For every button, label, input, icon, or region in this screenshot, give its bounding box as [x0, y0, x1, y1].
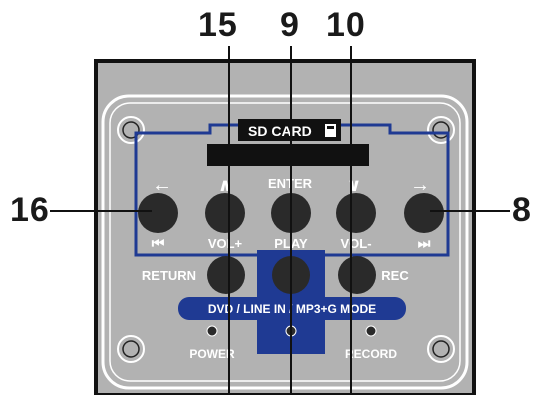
- prev-button[interactable]: [138, 193, 178, 233]
- return-button[interactable]: [207, 256, 245, 294]
- sd-card-icon: [325, 124, 336, 137]
- down-arrow-icon: ∨: [347, 175, 362, 195]
- control-panel-diagram: SD CARD ← ∧ ENTER ∨ → ⏮ VOL+ PLAY VOL- ⏭…: [50, 46, 510, 395]
- vol-minus-button[interactable]: [336, 193, 376, 233]
- right-arrow-icon: →: [410, 174, 430, 196]
- sd-card-label: SD CARD: [248, 123, 312, 139]
- power-led: [206, 325, 218, 337]
- rec-label: REC: [381, 268, 409, 283]
- rec-button[interactable]: [338, 256, 376, 294]
- next-track-icon: ⏭: [418, 235, 431, 251]
- vol-plus-button[interactable]: [205, 193, 245, 233]
- record-led: [365, 325, 377, 337]
- vol-plus-label: VOL+: [208, 236, 243, 251]
- record-label: RECORD: [345, 347, 397, 361]
- vol-minus-label: VOL-: [340, 236, 371, 251]
- sd-card-slot: [207, 144, 369, 166]
- next-button[interactable]: [404, 193, 444, 233]
- return-label: RETURN: [142, 268, 196, 283]
- up-arrow-icon: ∧: [218, 175, 233, 195]
- left-arrow-icon: ←: [152, 174, 172, 196]
- prev-track-icon: ⏮: [152, 235, 165, 251]
